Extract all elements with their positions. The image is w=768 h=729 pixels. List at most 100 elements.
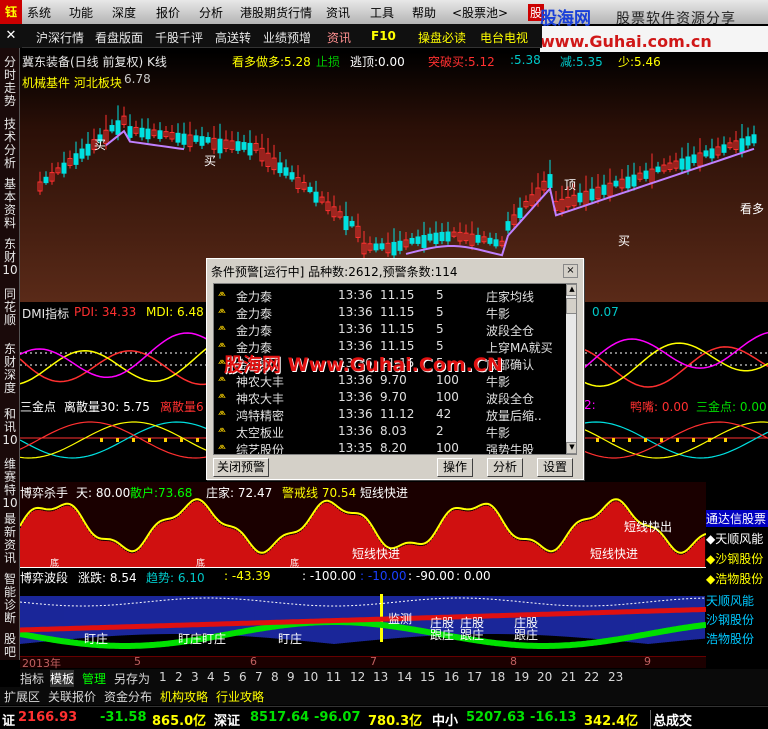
boyi-pane[interactable]: 博弈杀手 天: 80.00 散户:73.68 庄家: 72.47 警戒线 70.… [20,482,706,569]
tb-review[interactable]: 千股千评 [155,29,203,46]
tab-num[interactable]: 16 [444,670,459,684]
candle-body [199,136,205,146]
tab-num[interactable]: 4 [207,670,215,684]
menu-tools[interactable]: 工具 [370,4,394,21]
wave-value: -100.00 [309,569,357,583]
nav-tech[interactable]: 技术分析 [2,118,18,170]
wave-value: -43.39 [231,569,271,583]
alert-row[interactable]: ⩕ 金力泰 13:36 11.15 5 波段全仓 [214,321,564,338]
close-alert-button[interactable]: 关闭预警 [213,458,269,477]
tab-num[interactable]: 5 [223,670,231,684]
alert-row[interactable]: ⩕ 综艺股份 13:35 8.20 100 强势牛股 [214,440,564,454]
menu-function[interactable]: 功能 [69,4,93,21]
close-icon[interactable]: ✕ [0,24,22,48]
tab-save-as[interactable]: 另存为 [114,670,150,687]
tb-must-read[interactable]: 操盘必读 [418,29,466,46]
tab-num[interactable]: 19 [514,670,529,684]
tb-dividend[interactable]: 高送转 [215,29,251,46]
tb-news[interactable]: 资讯 [327,29,351,46]
alert-list-scrollbar[interactable]: ▲ ▼ [566,284,576,454]
tab-num[interactable]: 23 [608,670,623,684]
candle-body [745,136,751,146]
tab-num[interactable]: 18 [490,670,505,684]
tab-fund-flow[interactable]: 资金分布 [104,688,152,705]
nav-latest-news[interactable]: 最新资讯 [2,513,18,565]
alert-row[interactable]: ⩕ 神农大丰 13:36 9.70 100 波段全仓 [214,389,564,406]
tab-num[interactable]: 15 [420,670,435,684]
tab-num[interactable]: 22 [584,670,599,684]
tab-indicator[interactable]: 指标 [20,670,44,687]
candle-body [589,188,595,201]
wave-pane[interactable]: 博弈波段 涨跌: 8.54 趋势: 6.10 : -43.39 : -100.0… [20,568,706,656]
dialog-close-button[interactable]: × [563,264,578,278]
nav-forum[interactable]: 股吧 [2,633,18,659]
ind-value: 5.28 [284,55,311,69]
right-list-item[interactable]: ◆沙钢股份 [706,550,763,567]
alert-row[interactable]: ⩕ 太空板业 13:36 8.03 2 牛影 [214,423,564,440]
tab-num[interactable]: 10 [303,670,318,684]
kdj-marker [596,438,599,442]
tab-related-quote[interactable]: 关联报价 [48,688,96,705]
nav-hexun[interactable]: 和讯10 [2,408,18,447]
alert-price: 8.03 [380,424,407,438]
scroll-thumb[interactable] [566,298,576,314]
candle-body [445,231,451,242]
tab-manage[interactable]: 管理 [82,670,106,687]
nav-ths[interactable]: 同花顺 [2,288,18,327]
tab-num[interactable]: 17 [467,670,482,684]
boyi-value: 70.54 [321,486,357,500]
tab-num[interactable]: 14 [397,670,412,684]
tab-num[interactable]: 2 [175,670,183,684]
tab-num[interactable]: 12 [350,670,365,684]
tb-f10[interactable]: F10 [371,29,396,43]
menu-hk-futures[interactable]: 港股期货行情 [240,4,312,21]
tab-num[interactable]: 8 [271,670,279,684]
menu-stock-pool[interactable]: <股票池> [452,4,508,21]
tab-num[interactable]: 11 [326,670,341,684]
kdj-value: 0.00 [661,400,689,414]
menu-depth[interactable]: 深度 [112,4,136,21]
tab-num[interactable]: 1 [159,670,167,684]
tb-layout[interactable]: 看盘版面 [95,29,143,46]
tb-shsz[interactable]: 沪深行情 [36,29,84,46]
nav-diagnose[interactable]: 智能诊断 [2,573,18,625]
nav-dongcai[interactable]: 东财10 [2,238,18,277]
tab-num[interactable]: 21 [561,670,576,684]
tab-num[interactable]: 7 [255,670,263,684]
alert-row[interactable]: ⩕ 鸿特精密 13:36 11.12 42 放量后缩.. [214,406,564,423]
tb-earnings[interactable]: 业绩预增 [263,29,311,46]
right-list-item[interactable]: ◆浩物股份 [706,570,763,587]
scroll-up-icon[interactable]: ▲ [566,284,576,296]
candle-body [475,234,481,243]
right-list-item[interactable]: 浩物股份 [706,630,754,647]
alert-row[interactable]: ⩕ 金力泰 13:36 11.15 5 庄家均线 [214,287,564,304]
analyze-button[interactable]: 分析 [487,458,523,477]
tab-template[interactable]: 模板 [50,670,75,687]
tab-num[interactable]: 3 [191,670,199,684]
tab-num[interactable]: 20 [537,670,552,684]
settings-button[interactable]: 设置 [537,458,573,477]
menu-analysis[interactable]: 分析 [199,4,223,21]
tb-radio-tv[interactable]: 电台电视 [480,29,528,46]
nav-minute[interactable]: 分时走势 [2,56,18,108]
tab-num[interactable]: 9 [287,670,295,684]
right-list-item[interactable]: 天顺风能 [706,592,754,609]
menu-news[interactable]: 资讯 [326,4,350,21]
scroll-down-icon[interactable]: ▼ [566,442,576,454]
tab-num[interactable]: 6 [239,670,247,684]
tab-num[interactable]: 13 [373,670,388,684]
menu-quote[interactable]: 报价 [156,4,180,21]
nav-basic[interactable]: 基本资料 [2,178,18,230]
tab-institution[interactable]: 机构攻略 [160,688,208,705]
alert-price: 11.15 [380,322,415,336]
operate-button[interactable]: 操作 [437,458,473,477]
right-list-item[interactable]: 沙钢股份 [706,611,754,628]
nav-dongcai-deep[interactable]: 东财深度 [2,343,18,395]
right-list-item[interactable]: ◆天顺风能 [706,530,763,547]
alert-row[interactable]: ⩕ 金力泰 13:36 11.15 5 牛影 [214,304,564,321]
tab-extension[interactable]: 扩展区 [4,688,40,705]
menu-system[interactable]: 系统 [27,4,51,21]
tab-industry[interactable]: 行业攻略 [216,688,264,705]
menu-help[interactable]: 帮助 [412,4,436,21]
nav-weisaite[interactable]: 维赛特10 [2,458,18,510]
